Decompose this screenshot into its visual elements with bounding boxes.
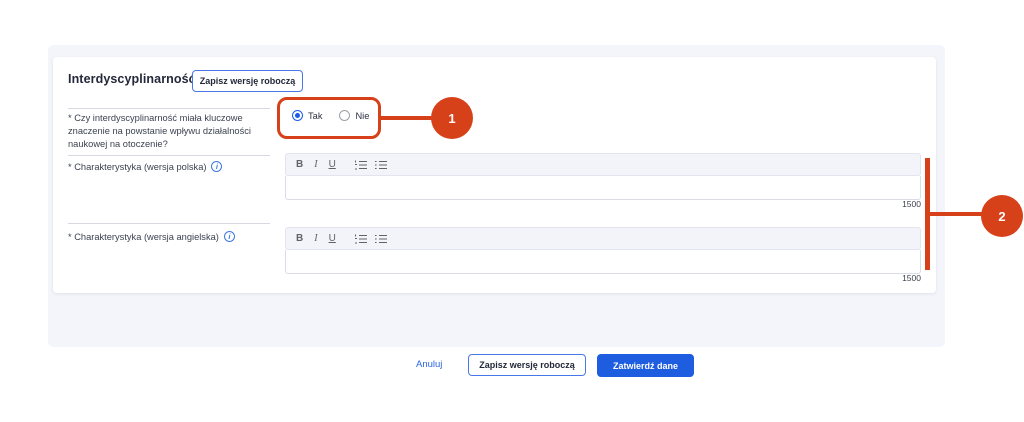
- form-card: Interdyscyplinarność Zapisz wersję roboc…: [53, 57, 936, 293]
- char-counter-polish: 1500: [902, 199, 921, 209]
- editor-textarea-english[interactable]: [285, 250, 921, 274]
- ordered-list-icon[interactable]: [355, 234, 367, 244]
- annotation-callout-2: 2: [981, 195, 1023, 237]
- italic-button[interactable]: I: [314, 160, 317, 170]
- bold-button[interactable]: B: [296, 160, 303, 170]
- annotation-connector-1: [381, 116, 432, 120]
- ordered-list-icon[interactable]: [355, 160, 367, 170]
- field-label-polish: * Charakterystyka (wersja polska) i: [68, 161, 222, 172]
- cancel-button[interactable]: Anuluj: [416, 359, 442, 370]
- annotation-connector-2: [929, 212, 982, 216]
- unordered-list-icon[interactable]: [375, 234, 387, 244]
- form-panel: Interdyscyplinarność Zapisz wersję roboc…: [48, 45, 945, 347]
- question-label: * Czy interdyscyplinarność miała kluczow…: [68, 112, 282, 150]
- submit-button[interactable]: Zatwierdź dane: [597, 354, 694, 377]
- info-icon[interactable]: i: [224, 231, 235, 242]
- bold-button[interactable]: B: [296, 234, 303, 244]
- editor-toolbar: B I U: [285, 153, 921, 176]
- editor-toolbar: B I U: [285, 227, 921, 250]
- rich-text-editor-english: B I U: [285, 227, 921, 274]
- field-label-text: * Charakterystyka (wersja angielska): [68, 232, 219, 242]
- section-divider: [68, 223, 270, 224]
- field-label-text: * Charakterystyka (wersja polska): [68, 162, 206, 172]
- section-divider: [68, 108, 270, 109]
- section-divider: [68, 155, 270, 156]
- page-title: Interdyscyplinarność: [68, 72, 196, 86]
- italic-button[interactable]: I: [314, 234, 317, 244]
- field-label-english: * Charakterystyka (wersja angielska) i: [68, 231, 235, 242]
- unordered-list-icon[interactable]: [375, 160, 387, 170]
- editor-textarea-polish[interactable]: [285, 176, 921, 200]
- underline-button[interactable]: U: [329, 234, 336, 244]
- info-icon[interactable]: i: [211, 161, 222, 172]
- char-counter-english: 1500: [902, 273, 921, 283]
- page: Interdyscyplinarność Zapisz wersję roboc…: [0, 0, 1024, 422]
- underline-button[interactable]: U: [329, 160, 336, 170]
- save-draft-button-top[interactable]: Zapisz wersję roboczą: [192, 70, 303, 92]
- annotation-callout-1: 1: [431, 97, 473, 139]
- annotation-box-radio-group: [277, 97, 381, 139]
- save-draft-button-bottom[interactable]: Zapisz wersję roboczą: [468, 354, 586, 376]
- rich-text-editor-polish: B I U: [285, 153, 921, 200]
